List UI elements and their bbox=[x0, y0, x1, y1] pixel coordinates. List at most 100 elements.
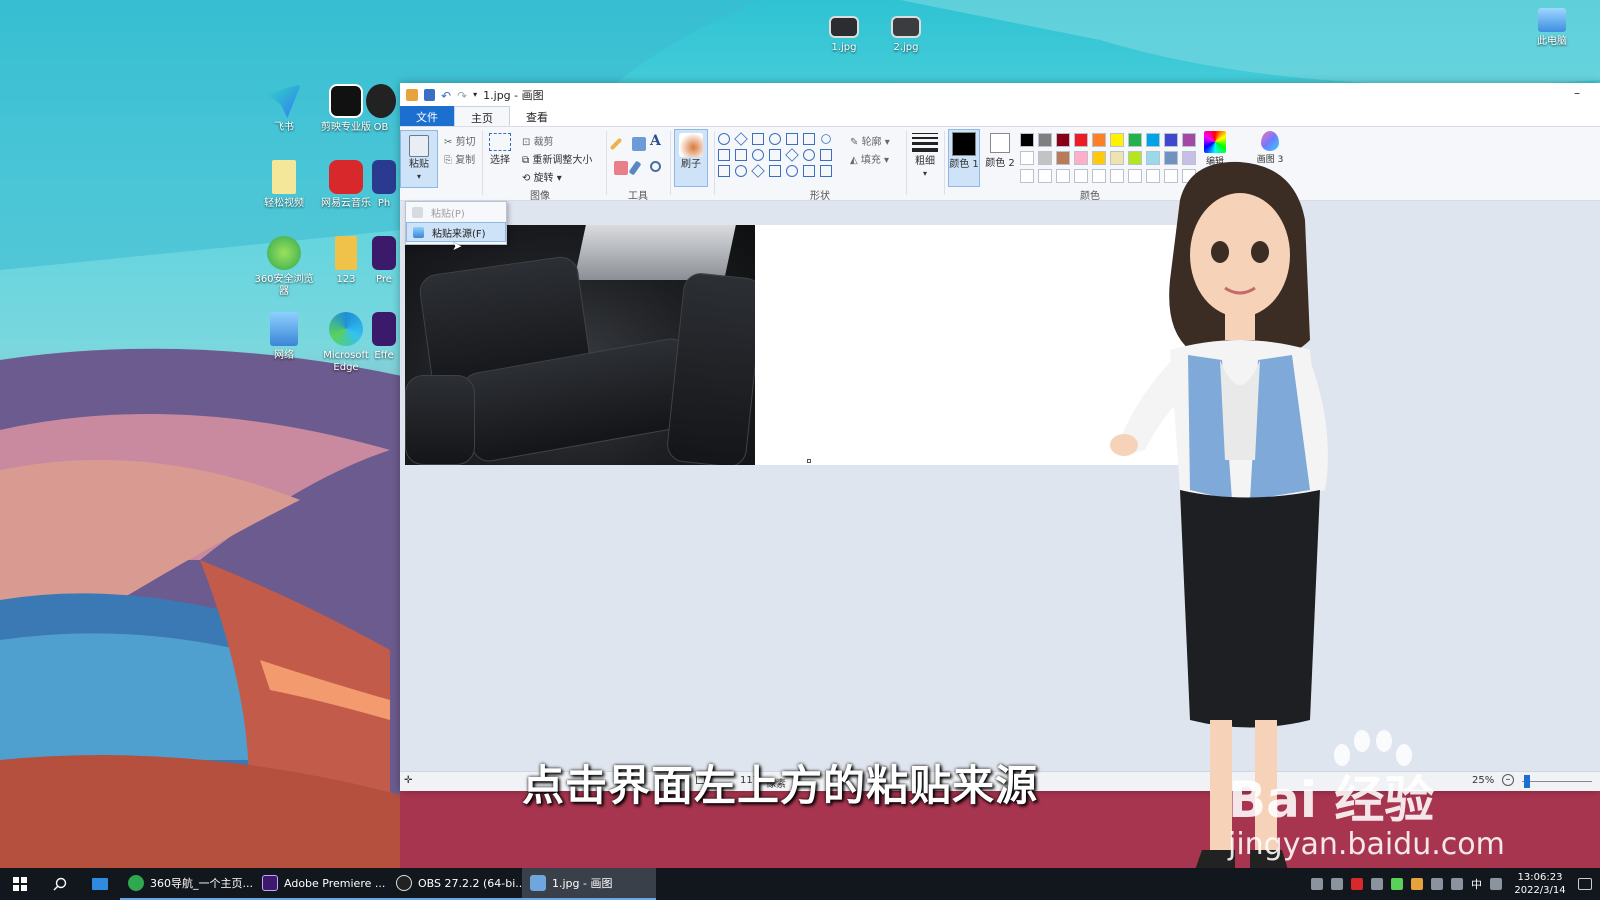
zoom-out-icon[interactable]: – bbox=[1502, 774, 1514, 786]
canvas-resize-handle[interactable] bbox=[807, 459, 811, 463]
palette-swatch-empty[interactable] bbox=[1092, 169, 1106, 183]
taskbar-app-paint[interactable]: 1.jpg - 画图 bbox=[522, 868, 656, 900]
keyboard-icon[interactable] bbox=[1490, 878, 1502, 890]
shape-option[interactable] bbox=[718, 165, 730, 177]
desktop-file-2jpg[interactable]: 2.jpg bbox=[874, 16, 938, 54]
desktop-icon-360browser[interactable]: 360安全浏览器 bbox=[252, 236, 316, 298]
desktop-icon-123[interactable]: 123 bbox=[314, 236, 378, 286]
shape-option[interactable] bbox=[769, 149, 781, 161]
tab-file[interactable]: 文件 bbox=[400, 106, 454, 126]
tray-app-icon[interactable] bbox=[1331, 878, 1343, 890]
customize-quick-access-icon[interactable]: ▾ bbox=[473, 90, 477, 99]
desktop-icon-feishu[interactable]: 飞书 bbox=[252, 84, 316, 134]
task-view-button[interactable] bbox=[80, 868, 120, 900]
taskbar-app-premiere[interactable]: Adobe Premiere ... bbox=[254, 868, 388, 900]
shape-option[interactable] bbox=[769, 165, 781, 177]
select-button[interactable]: 选择 bbox=[486, 131, 514, 187]
taskbar-app-360browser[interactable]: 360导航_一个主页... bbox=[120, 868, 254, 900]
palette-swatch[interactable] bbox=[1056, 133, 1070, 147]
shape-option[interactable] bbox=[786, 133, 798, 145]
outline-button[interactable]: ✎ 轮廓 ▾ bbox=[850, 133, 890, 148]
palette-swatch[interactable] bbox=[1038, 151, 1052, 165]
palette-swatch[interactable] bbox=[1020, 151, 1034, 165]
drawing-canvas[interactable] bbox=[405, 225, 1213, 465]
palette-swatch[interactable] bbox=[1110, 133, 1124, 147]
shape-option[interactable] bbox=[734, 132, 748, 146]
shape-option[interactable] bbox=[718, 149, 730, 161]
size-button[interactable]: 粗细 ▾ bbox=[910, 131, 940, 187]
shape-option[interactable] bbox=[820, 149, 832, 161]
fill-bucket-icon[interactable] bbox=[632, 137, 646, 151]
palette-swatch[interactable] bbox=[1128, 133, 1142, 147]
palette-swatch[interactable] bbox=[1074, 151, 1088, 165]
shape-option[interactable] bbox=[803, 165, 815, 177]
color2-button[interactable]: 颜色 2 bbox=[984, 129, 1016, 187]
tab-home[interactable]: 主页 bbox=[454, 106, 510, 126]
zoom-slider-thumb[interactable] bbox=[1524, 775, 1530, 788]
palette-swatch[interactable] bbox=[1074, 133, 1088, 147]
shape-option[interactable] bbox=[735, 165, 747, 177]
desktop-icon-edge[interactable]: Microsoft Edge bbox=[314, 312, 378, 374]
tab-view[interactable]: 查看 bbox=[510, 106, 564, 126]
shape-option[interactable] bbox=[752, 133, 764, 145]
desktop-icon-premiere[interactable]: Pre bbox=[372, 236, 396, 286]
shape-option[interactable] bbox=[803, 149, 815, 161]
menu-item-paste[interactable]: 粘贴(P) bbox=[406, 202, 506, 222]
microphone-icon[interactable] bbox=[1431, 878, 1443, 890]
color1-button[interactable]: 颜色 1 bbox=[948, 129, 980, 187]
pencil-icon[interactable] bbox=[609, 137, 623, 151]
palette-swatch-empty[interactable] bbox=[1020, 169, 1034, 183]
save-icon[interactable] bbox=[424, 88, 435, 101]
palette-swatch-empty[interactable] bbox=[1056, 169, 1070, 183]
desktop-icon-after-effects[interactable]: Effe bbox=[372, 312, 396, 362]
palette-swatch[interactable] bbox=[1092, 151, 1106, 165]
shapes-gallery[interactable] bbox=[718, 132, 842, 181]
shape-option[interactable] bbox=[819, 132, 833, 146]
desktop-icon-netease[interactable]: 网易云音乐 bbox=[314, 160, 378, 210]
brushes-button[interactable]: 刷子 bbox=[674, 129, 708, 187]
redo-icon[interactable]: ↷ bbox=[457, 89, 467, 103]
crop-button[interactable]: ⊡ 裁剪 bbox=[522, 133, 554, 148]
eraser-icon[interactable] bbox=[614, 161, 628, 175]
desktop-this-pc[interactable]: 此电脑 bbox=[1520, 8, 1584, 48]
desktop-icon-photoshop[interactable]: Ph bbox=[372, 160, 396, 210]
copy-button[interactable]: ⎘ 复制 bbox=[444, 151, 475, 166]
shape-option[interactable] bbox=[786, 165, 798, 177]
desktop-icon-qingsong[interactable]: 轻松视频 bbox=[252, 160, 316, 210]
notification-icon[interactable] bbox=[1578, 878, 1592, 890]
color-picker-icon[interactable] bbox=[628, 160, 642, 176]
tray-app-icon[interactable] bbox=[1351, 878, 1363, 890]
palette-swatch[interactable] bbox=[1164, 133, 1178, 147]
volume-icon[interactable] bbox=[1371, 878, 1383, 890]
input-method-indicator[interactable]: 中 bbox=[1471, 876, 1482, 892]
network-icon[interactable] bbox=[1451, 878, 1463, 890]
palette-swatch-empty[interactable] bbox=[1074, 169, 1088, 183]
text-tool-icon[interactable]: A bbox=[650, 133, 664, 149]
shape-option[interactable] bbox=[785, 148, 799, 162]
palette-swatch[interactable] bbox=[1038, 133, 1052, 147]
rotate-button[interactable]: ⟲ 旋转 ▾ bbox=[522, 169, 562, 184]
magnifier-icon[interactable] bbox=[650, 161, 661, 172]
shape-option[interactable] bbox=[751, 164, 765, 178]
tray-app-icon[interactable] bbox=[1391, 878, 1403, 890]
cut-button[interactable]: ✂ 剪切 bbox=[444, 133, 476, 148]
search-button[interactable] bbox=[40, 868, 80, 900]
start-button[interactable] bbox=[0, 868, 40, 900]
clock[interactable]: 13:06:23 2022/3/14 bbox=[1510, 871, 1570, 897]
palette-swatch[interactable] bbox=[1020, 133, 1034, 147]
shape-option[interactable] bbox=[718, 133, 730, 145]
paste-button[interactable]: 粘贴 ▾ bbox=[400, 130, 438, 188]
shape-option[interactable] bbox=[735, 149, 747, 161]
desktop-icon-network[interactable]: 网络 bbox=[252, 312, 316, 362]
zoom-slider[interactable] bbox=[1522, 781, 1592, 782]
palette-swatch-empty[interactable] bbox=[1038, 169, 1052, 183]
desktop-icon-obs[interactable]: OB bbox=[366, 84, 396, 134]
resize-button[interactable]: ⧉ 重新调整大小 bbox=[522, 151, 592, 166]
palette-swatch[interactable] bbox=[1092, 133, 1106, 147]
tray-app-icon[interactable] bbox=[1411, 878, 1423, 890]
undo-icon[interactable]: ↶ bbox=[441, 89, 451, 103]
taskbar-app-obs[interactable]: OBS 27.2.2 (64-bi... bbox=[388, 868, 522, 900]
minimize-button[interactable]: – bbox=[1574, 86, 1580, 100]
shape-option[interactable] bbox=[803, 133, 815, 145]
shape-option[interactable] bbox=[752, 149, 764, 161]
